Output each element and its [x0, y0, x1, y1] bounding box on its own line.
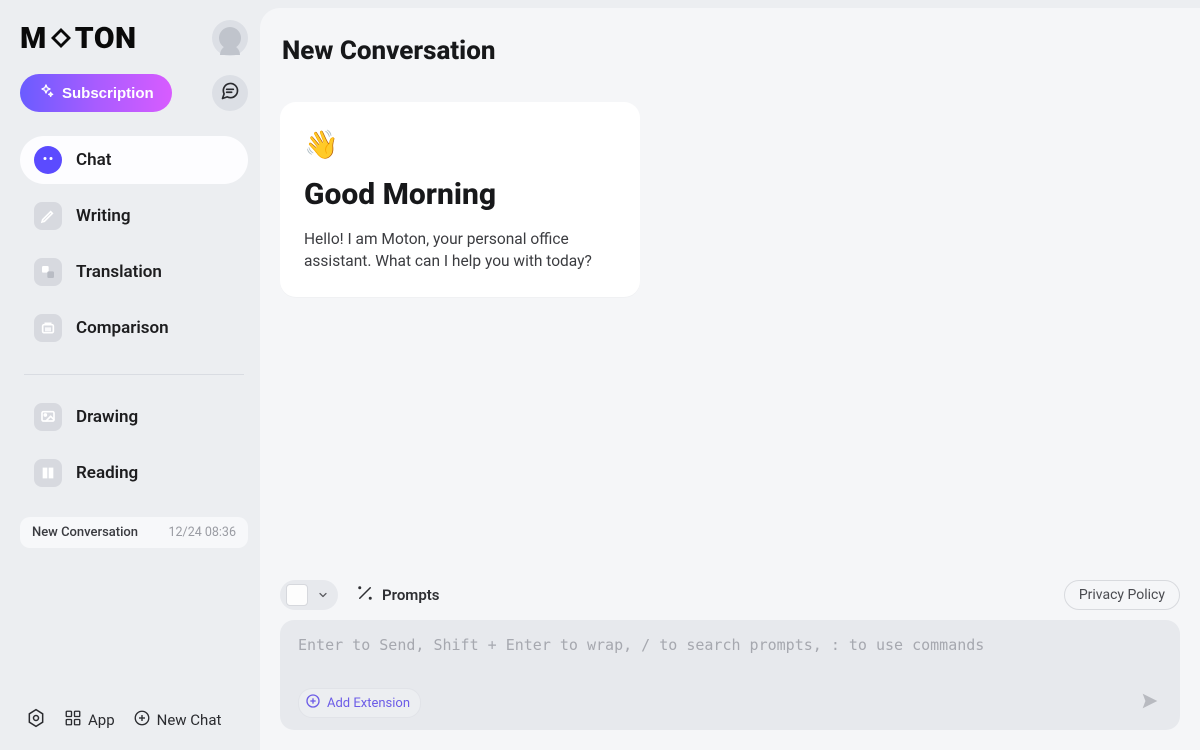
- sidebar: M TON Subscription: [0, 0, 260, 750]
- plus-circle-icon: [133, 709, 151, 731]
- avatar-icon: [219, 27, 241, 49]
- history-item-date: 12/24 08:36: [169, 525, 237, 540]
- nav-item-writing[interactable]: Writing: [20, 192, 248, 240]
- nav-item-drawing[interactable]: Drawing: [20, 393, 248, 441]
- primary-nav: Chat Writing Translation Comparison: [20, 136, 248, 497]
- sidebar-header: M TON: [20, 20, 248, 56]
- model-selector[interactable]: [280, 580, 338, 610]
- composer-toolbar: Prompts Privacy Policy: [280, 580, 1180, 610]
- chat-bubble-icon: [220, 81, 240, 105]
- prompts-label: Prompts: [382, 586, 440, 604]
- grid-icon: [64, 709, 82, 731]
- greeting-text: Hello! I am Moton, your personal office …: [304, 228, 616, 273]
- message-input[interactable]: [298, 636, 1164, 674]
- send-button[interactable]: [1136, 689, 1164, 717]
- composer-area: Prompts Privacy Policy Add Extension: [280, 580, 1180, 730]
- send-icon: [1139, 690, 1161, 716]
- app-button[interactable]: App: [64, 709, 115, 731]
- wave-emoji: 👋: [304, 128, 616, 161]
- brand-mark-icon: [49, 26, 73, 50]
- nav-item-reading[interactable]: Reading: [20, 449, 248, 497]
- new-chat-button[interactable]: New Chat: [133, 709, 222, 731]
- nav-label: Drawing: [76, 407, 138, 427]
- brand-name-after: TON: [75, 21, 137, 56]
- sparkle-icon: [38, 83, 54, 103]
- gear-icon: [26, 708, 46, 732]
- writing-icon: [34, 202, 62, 230]
- privacy-label: Privacy Policy: [1079, 587, 1165, 603]
- greeting-title: Good Morning: [304, 177, 616, 212]
- privacy-link[interactable]: Privacy Policy: [1064, 580, 1180, 610]
- new-chat-label: New Chat: [157, 711, 222, 729]
- chat-icon: [34, 146, 62, 174]
- chat-bubble-button[interactable]: [212, 75, 248, 111]
- sidebar-row-sub: Subscription: [20, 74, 248, 112]
- user-avatar[interactable]: [212, 20, 248, 56]
- nav-label: Translation: [76, 262, 162, 282]
- translation-icon: [34, 258, 62, 286]
- nav-label: Writing: [76, 206, 131, 226]
- magic-wand-icon: [356, 584, 374, 606]
- history-item-title: New Conversation: [32, 525, 138, 540]
- model-icon: [286, 584, 308, 606]
- brand-logo[interactable]: M TON: [20, 21, 137, 56]
- nav-item-translation[interactable]: Translation: [20, 248, 248, 296]
- sidebar-footer: App New Chat: [20, 702, 248, 736]
- app-root: M TON Subscription: [0, 0, 1200, 750]
- composer-bottom: Add Extension: [298, 688, 1164, 718]
- greeting-card: 👋 Good Morning Hello! I am Moton, your p…: [280, 102, 640, 297]
- add-extension-label: Add Extension: [327, 696, 410, 711]
- nav-label: Chat: [76, 150, 111, 170]
- main-panel: New Conversation 👋 Good Morning Hello! I…: [260, 8, 1200, 750]
- brand-name-before: M: [20, 21, 47, 56]
- history-list: New Conversation 12/24 08:36: [20, 517, 248, 548]
- subscription-label: Subscription: [62, 85, 154, 102]
- nav-divider: [24, 374, 244, 375]
- plus-circle-icon: [305, 693, 321, 713]
- settings-button[interactable]: [26, 708, 46, 732]
- nav-label: Reading: [76, 463, 138, 483]
- comparison-icon: [34, 314, 62, 342]
- nav-item-comparison[interactable]: Comparison: [20, 304, 248, 352]
- drawing-icon: [34, 403, 62, 431]
- prompts-button[interactable]: Prompts: [356, 584, 440, 606]
- app-label: App: [88, 711, 115, 729]
- chevron-down-icon: [314, 586, 332, 604]
- reading-icon: [34, 459, 62, 487]
- add-extension-button[interactable]: Add Extension: [298, 688, 421, 718]
- page-title: New Conversation: [282, 36, 1180, 66]
- nav-label: Comparison: [76, 318, 169, 338]
- subscription-button[interactable]: Subscription: [20, 74, 172, 112]
- nav-item-chat[interactable]: Chat: [20, 136, 248, 184]
- history-item[interactable]: New Conversation 12/24 08:36: [20, 517, 248, 548]
- message-composer: Add Extension: [280, 620, 1180, 730]
